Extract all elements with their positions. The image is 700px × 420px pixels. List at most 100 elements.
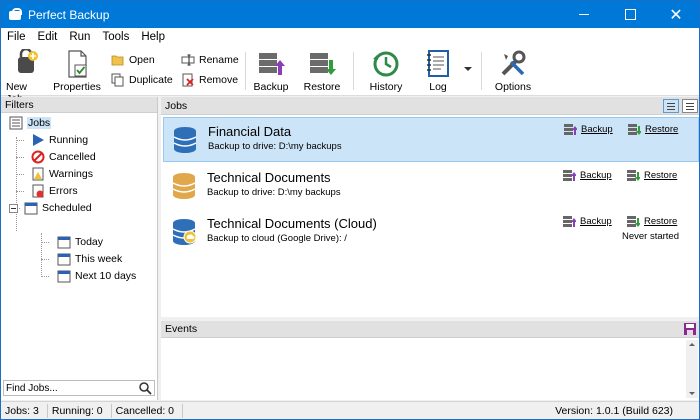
duplicate-button[interactable]: Duplicate (111, 71, 173, 89)
history-clock-icon (371, 49, 401, 79)
list-view-button[interactable] (663, 98, 679, 113)
job-row-financial-data[interactable]: Financial Data Backup to drive: D:\my ba… (163, 117, 699, 162)
menu-tools[interactable]: Tools (96, 31, 135, 43)
search-icon[interactable] (138, 381, 152, 395)
job-restore-link[interactable]: Restore (628, 123, 678, 135)
job-destination: Backup to drive: D:\my backups (207, 187, 341, 198)
backup-icon (256, 49, 286, 79)
toolbar-separator (353, 52, 354, 90)
save-icon[interactable] (684, 323, 696, 335)
jobs-header-label: Jobs (165, 99, 188, 112)
options-button[interactable]: Options (493, 49, 533, 95)
open-label: Open (129, 54, 155, 66)
remove-button[interactable]: Remove (181, 71, 238, 89)
jobs-pane: Jobs Financial Data Backup to drive: D:\… (161, 97, 699, 317)
status-cancelled-count: Cancelled: 0 (112, 404, 184, 418)
filter-cancelled-label: Cancelled (49, 151, 96, 163)
filter-scheduled-label: Scheduled (42, 202, 92, 214)
restore-label: Restore (303, 81, 341, 93)
job-restore-link[interactable]: Restore (627, 215, 677, 227)
close-button[interactable]: ✕ (653, 1, 699, 28)
filter-running-label: Running (49, 134, 89, 146)
title-bar: Perfect Backup ✕ (1, 1, 699, 28)
log-button[interactable]: Log (423, 49, 453, 95)
open-button[interactable]: Open (111, 51, 155, 69)
filter-this-week-label: This week (75, 253, 123, 265)
filter-jobs[interactable]: Jobs (9, 115, 52, 131)
properties-icon (62, 49, 92, 79)
backup-small-icon (563, 169, 577, 181)
filter-running[interactable]: Running (31, 132, 88, 148)
events-pane: Events (161, 321, 699, 400)
backup-label: Backup (253, 81, 289, 93)
job-restore-link[interactable]: Restore (627, 169, 677, 181)
filter-scheduled[interactable]: Scheduled (9, 200, 92, 216)
log-notebook-icon (423, 49, 453, 79)
menu-run[interactable]: Run (63, 31, 96, 43)
job-backup-link[interactable]: Backup (564, 123, 613, 135)
restore-small-icon (628, 123, 642, 135)
cloud-database-icon (172, 218, 197, 246)
filter-today[interactable]: Today (57, 234, 103, 250)
remove-icon (181, 73, 195, 87)
maximize-button[interactable] (607, 1, 653, 28)
restore-button[interactable]: Restore (303, 49, 341, 95)
rename-icon (181, 53, 195, 67)
collapse-toggle-icon[interactable] (9, 203, 18, 213)
job-backup-label: Backup (580, 215, 612, 227)
filter-tree: Jobs Running Cancelled Warnings Errors S… (1, 113, 157, 378)
job-restore-label: Restore (644, 169, 678, 181)
find-jobs-box (3, 380, 155, 396)
options-label: Options (494, 81, 532, 93)
backup-small-icon (563, 215, 577, 227)
filter-warnings[interactable]: Warnings (31, 166, 93, 182)
restore-icon (307, 49, 337, 79)
app-window: Perfect Backup ✕ File Edit Run Tools Hel… (0, 0, 700, 420)
find-jobs-input[interactable] (4, 382, 138, 394)
list-icon (9, 116, 23, 130)
duplicate-icon (111, 73, 125, 87)
database-icon (173, 126, 197, 154)
backup-button[interactable]: Backup (253, 49, 289, 95)
job-destination: Backup to cloud (Google Drive): / (207, 233, 347, 244)
job-row-technical-documents[interactable]: Technical Documents Backup to drive: D:\… (163, 164, 699, 209)
events-header-label: Events (165, 323, 198, 335)
filter-warnings-label: Warnings (49, 168, 93, 180)
calendar-icon (57, 252, 71, 266)
properties-button[interactable]: Properties (53, 49, 101, 95)
toolbar-separator (481, 52, 482, 90)
filter-this-week[interactable]: This week (57, 251, 122, 267)
job-backup-label: Backup (581, 123, 613, 135)
restore-small-icon (627, 215, 641, 227)
details-view-button[interactable] (682, 98, 698, 113)
new-job-button[interactable]: New Job (6, 47, 46, 105)
filters-pane: Filters Jobs Running Cancelled Warnings … (1, 97, 158, 400)
play-icon (31, 133, 45, 147)
app-lock-icon (8, 7, 22, 22)
calendar-icon (57, 235, 71, 249)
filter-cancelled[interactable]: Cancelled (31, 149, 96, 165)
properties-label: Properties (53, 81, 101, 93)
folder-open-icon (111, 53, 125, 67)
job-name: Technical Documents (207, 170, 331, 185)
events-scrollbar[interactable] (686, 340, 698, 398)
job-backup-link[interactable]: Backup (563, 215, 612, 227)
status-version: Version: 1.0.1 (Build 623) (555, 405, 673, 417)
log-dropdown-chevron-down-icon[interactable] (463, 64, 473, 74)
job-row-technical-documents-cloud[interactable]: Technical Documents (Cloud) Backup to cl… (163, 210, 699, 255)
minimize-button[interactable] (561, 1, 607, 28)
warning-icon (31, 167, 45, 181)
toolbar-separator (245, 52, 246, 90)
history-button[interactable]: History (367, 49, 405, 95)
menu-help[interactable]: Help (135, 31, 171, 43)
rename-button[interactable]: Rename (181, 51, 239, 69)
filter-today-label: Today (75, 236, 104, 248)
status-running-count: Running: 0 (48, 404, 112, 418)
calendar-icon (24, 201, 38, 215)
menu-edit[interactable]: Edit (32, 31, 64, 43)
filter-next-10-days[interactable]: Next 10 days (57, 268, 136, 284)
filter-errors[interactable]: Errors (31, 183, 78, 199)
job-backup-link[interactable]: Backup (563, 169, 612, 181)
toolbar: New Job Properties Open Dupli (1, 46, 699, 105)
menu-file[interactable]: File (1, 31, 32, 43)
